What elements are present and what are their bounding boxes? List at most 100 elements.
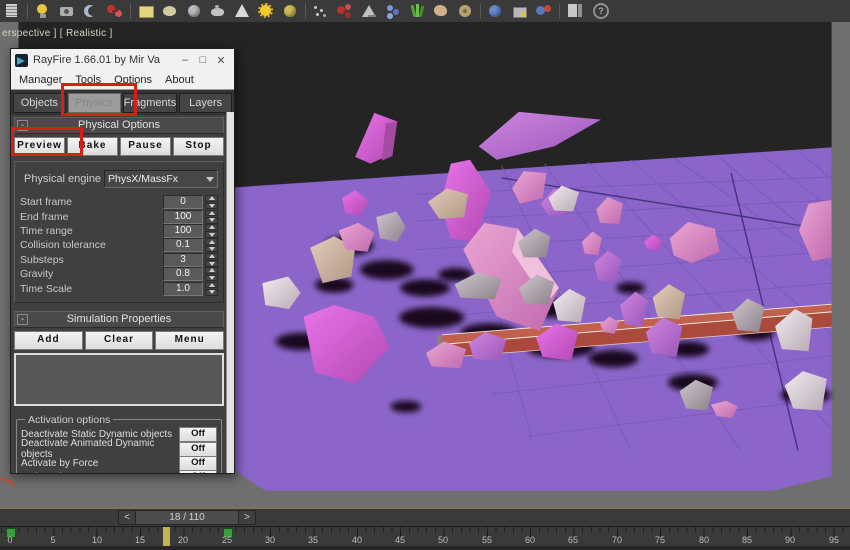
foliage-icon[interactable] [406,2,428,20]
deactivate-static-toggle[interactable]: Off [179,427,217,443]
tab-layers[interactable]: Layers [179,92,233,113]
pyramid-icon[interactable] [358,2,380,20]
3dsmax-screen: ? erspective ] [ Realistic ] RayFire 1.6… [0,0,850,550]
cone-icon[interactable] [231,2,253,20]
dialog-scrollbar[interactable] [226,112,234,473]
hand-icon[interactable] [430,2,452,20]
spinner[interactable] [205,267,218,282]
gravity-input[interactable]: 0.8 [163,267,203,282]
teapot-icon[interactable] [207,2,229,20]
tick-label: 10 [91,535,103,545]
pause-button[interactable]: Pause [120,137,171,156]
toolbar-separator [559,3,560,19]
spinner[interactable] [205,252,218,267]
field-label: Time range [20,224,73,237]
tick-label: 55 [481,535,493,545]
question-glyph: ? [593,3,609,19]
spinner[interactable] [205,209,218,224]
tick-label: 40 [351,535,363,545]
tick-label: 25 [221,535,233,545]
activate-by-geometry-toggle[interactable]: Off [179,469,217,473]
chevron-down-icon [206,176,214,182]
viewport-label[interactable]: erspective ] [ Realistic ] [2,28,113,39]
stop-button[interactable]: Stop [173,137,224,156]
tab-physics[interactable]: Physics [67,92,121,113]
coin-icon[interactable] [454,2,476,20]
add-button[interactable]: Add [14,330,83,350]
spinner[interactable] [205,281,218,296]
menu-tools[interactable]: Tools [75,74,101,86]
close-button[interactable]: ✕ [212,54,230,67]
previous-frame-button[interactable]: < [118,510,136,525]
tab-fragments[interactable]: Fragments [122,92,178,113]
activation-label: Deactivate Animated Dynamic objects [21,438,155,461]
rayfire-menubar: Manager Tools Options About [11,71,234,90]
spinner[interactable] [205,238,218,253]
sphere-icon[interactable] [183,2,205,20]
collision-tolerance-input[interactable]: 0.1 [163,238,203,253]
tab-objects[interactable]: Objects [13,92,66,113]
tick-label: 35 [307,535,319,545]
collapse-icon[interactable]: - [17,313,28,325]
rayfire-tabs: Objects Physics Fragments Layers [11,90,234,115]
preview-button[interactable]: Preview [14,137,65,156]
physical-options-body: Physical engine PhysX/MassFx Start frame… [14,161,224,303]
menu-manager[interactable]: Manager [19,74,62,86]
window-title: RayFire 1.66.01 by Mir Va [33,54,160,66]
rayfire-titlebar[interactable]: RayFire 1.66.01 by Mir Va – □ ✕ [11,49,234,71]
playhead-slider[interactable] [163,527,170,546]
sphere-pair-icon[interactable] [533,2,555,20]
section-title: Simulation Properties [66,312,172,325]
start-frame-input[interactable]: 0 [163,195,203,210]
spinner[interactable] [205,223,218,238]
engine-select[interactable]: PhysX/MassFx [104,170,218,188]
tick-label: 15 [134,535,146,545]
deactivate-animated-toggle[interactable]: Off [179,441,217,457]
toolbar-separator [130,3,131,19]
layout-icon[interactable] [564,2,586,20]
help-icon[interactable]: ? [588,2,610,20]
field-label: Substeps [20,253,64,266]
activate-by-force-toggle[interactable]: Off [179,455,217,471]
camera-icon[interactable] [56,2,78,20]
lightbulb-icon[interactable] [32,2,54,20]
time-range-input[interactable]: 100 [163,223,203,238]
end-frame-input[interactable]: 100 [163,209,203,224]
physical-options-header[interactable]: - Physical Options [14,117,224,134]
minimize-button[interactable]: – [176,54,194,66]
timeline-ruler[interactable]: 0 5 10 15 20 25 30 35 40 45 50 55 60 65 … [0,526,850,546]
red-links-icon[interactable] [104,2,126,20]
blob-icon[interactable] [159,2,181,20]
tick-label: 5 [50,535,56,545]
blue-sphere-icon[interactable] [485,2,507,20]
field-label: Collision tolerance [20,239,106,252]
time-scale-input[interactable]: 1.0 [163,281,203,296]
bake-button[interactable]: Bake [67,137,118,156]
collapse-icon[interactable]: - [17,120,28,131]
activation-label: Activate by Geometry [21,472,179,473]
lock-icon[interactable] [509,2,531,20]
molecule-icon[interactable] [334,2,356,20]
simulation-objects-list[interactable] [14,352,224,406]
simulation-properties-header[interactable]: - Simulation Properties [14,310,224,328]
menu-options[interactable]: Options [114,74,152,86]
sun-icon[interactable] [255,2,277,20]
snowflake-icon[interactable] [382,2,404,20]
physics-panel: - Physical Options Preview Bake Pause St… [11,115,234,473]
substeps-input[interactable]: 3 [163,252,203,267]
next-frame-button[interactable]: > [238,510,256,525]
tick-label: 30 [264,535,276,545]
menu-button[interactable]: Menu [155,330,225,350]
current-frame-display[interactable]: 18 / 110 [136,510,238,525]
spinner[interactable] [205,195,218,210]
moon-icon[interactable] [80,2,102,20]
spray-icon[interactable] [310,2,332,20]
box-icon[interactable] [135,2,157,20]
geosphere-icon[interactable] [279,2,301,20]
main-toolbar: ? [0,0,850,23]
menu-about[interactable]: About [165,74,194,86]
panel-icon[interactable] [1,2,23,20]
clear-button[interactable]: Clear [84,330,154,350]
maximize-button[interactable]: □ [194,54,212,66]
frame-indicator-row: < 18 / 110 > [0,509,850,526]
